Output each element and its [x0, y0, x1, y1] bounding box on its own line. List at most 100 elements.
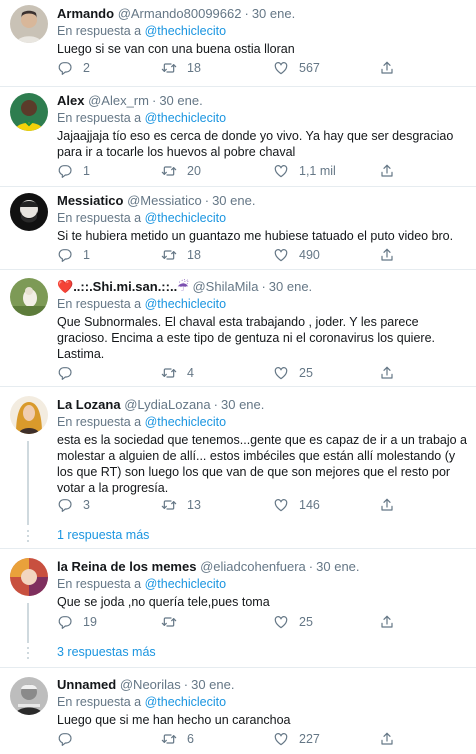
share-button[interactable] [379, 161, 395, 181]
display-name[interactable]: La Lozana [57, 397, 121, 412]
retweet-count: 4 [187, 366, 194, 380]
retweet-button[interactable]: 4 [161, 363, 194, 383]
tweet-date[interactable]: 30 ene. [191, 677, 234, 692]
avatar[interactable] [10, 93, 48, 131]
display-name[interactable]: la Reina de los memes [57, 559, 196, 574]
tweet[interactable]: Messiatico @Messiatico · 30 ene. En respue… [0, 187, 476, 269]
retweet-icon [161, 247, 177, 263]
retweet-button[interactable]: 6 [161, 729, 194, 749]
display-name[interactable]: Alex [57, 93, 84, 108]
retweet-button[interactable] [161, 612, 187, 632]
tweet-date[interactable]: 30 ene. [252, 6, 295, 21]
like-count: 146 [299, 498, 320, 512]
like-button[interactable]: 1,1 mil [273, 161, 336, 181]
display-name[interactable]: Armando [57, 6, 114, 21]
tweet-text: Luego que si me han hecho un carancho​a [57, 713, 291, 727]
retweet-button[interactable]: 18 [161, 58, 201, 78]
share-button[interactable] [379, 58, 395, 78]
reply-context: En respuesta a @thechiclecito [57, 577, 227, 591]
reply-icon [57, 365, 73, 381]
user-handle[interactable]: @Neorilas [120, 677, 181, 692]
show-more-replies-link[interactable]: 3 respuestas más [57, 644, 156, 660]
share-icon [379, 614, 395, 630]
mention-link[interactable]: @thechiclecito [145, 695, 226, 709]
reply-icon [57, 497, 73, 513]
mention-link[interactable]: @thechiclecito [145, 211, 226, 225]
like-button[interactable]: 490 [273, 245, 320, 265]
user-handle[interactable]: @Messiatico [127, 193, 202, 208]
tweet-text: Si te hubiera metido un guantazo me hubi… [57, 229, 454, 243]
user-handle[interactable]: @Armando80099662 [118, 6, 242, 21]
share-icon [379, 497, 395, 513]
share-button[interactable] [379, 729, 395, 749]
avatar[interactable] [10, 5, 48, 43]
user-handle[interactable]: @ShilaMila [192, 279, 258, 294]
umbrella-emoji: ☔ [177, 279, 189, 294]
tweet[interactable]: Armando @Armando80099662 · 30 ene. En resp… [0, 0, 476, 86]
tweet-date[interactable]: 30 ene. [212, 193, 255, 208]
mention-link[interactable]: @thechiclecito [145, 24, 226, 38]
like-button[interactable]: 567 [273, 58, 320, 78]
share-button[interactable] [379, 245, 395, 265]
retweet-icon [161, 497, 177, 513]
tweet-date[interactable]: 30 ene. [221, 397, 264, 412]
display-name[interactable]: ..::.Shi.mi.san.::.. [73, 279, 177, 294]
tweet-text: Que se joda ,no quería tele,pues toma [57, 595, 270, 609]
reply-icon [57, 163, 73, 179]
user-handle[interactable]: @eliadcohenfuera [200, 559, 306, 574]
display-name[interactable]: Unnamed [57, 677, 116, 692]
mention-link[interactable]: @thechiclecito [145, 577, 226, 591]
reply-button[interactable]: 19 [57, 612, 97, 632]
like-button[interactable]: 25 [273, 363, 313, 383]
user-handle[interactable]: @LydiaLozana [124, 397, 210, 412]
avatar[interactable] [10, 193, 48, 231]
reply-button[interactable]: 3 [57, 495, 90, 515]
tweet-actions: 3 13 146 [57, 495, 467, 515]
reply-button[interactable] [57, 363, 83, 383]
retweet-button[interactable]: 13 [161, 495, 201, 515]
tweet[interactable]: ❤️..::.Shi.mi.san.::..☔ @ShilaMila · 30 en… [0, 270, 476, 386]
like-button[interactable]: 25 [273, 612, 313, 632]
reply-button[interactable]: 1 [57, 245, 90, 265]
share-button[interactable] [379, 495, 395, 515]
tweet[interactable]: Unnamed @Neorilas · 30 ene. En respuesta a… [0, 668, 476, 754]
avatar[interactable] [10, 558, 48, 596]
tweet[interactable]: La Lozana @LydiaLozana · 30 ene. En respue… [0, 387, 476, 548]
reply-button[interactable]: 1 [57, 161, 90, 181]
tweet-text: Que Subnormales. El chaval esta trabajan… [57, 315, 435, 361]
user-handle[interactable]: @Alex_rm [88, 93, 149, 108]
mention-link[interactable]: @thechiclecito [145, 297, 226, 311]
tweet-actions: 1 20 1,1 mil [57, 161, 467, 181]
tweet-text: Jajaajjaja tío eso es cerca de donde yo … [57, 129, 454, 159]
tweet-date[interactable]: 30 ene. [269, 279, 312, 294]
reply-icon [57, 247, 73, 263]
reply-button[interactable]: 2 [57, 58, 90, 78]
tweet[interactable]: la Reina de los memes @eliadcohenfuera · 3… [0, 549, 476, 667]
reply-context: En respuesta a @thechiclecito [57, 297, 227, 311]
tweet-header: Unnamed @Neorilas · 30 ene. [57, 677, 235, 692]
like-count: 1,1 mil [299, 164, 336, 178]
tweet-text: esta es la sociedad que tenemos...gente … [57, 433, 467, 495]
tweet-header: La Lozana @LydiaLozana · 30 ene. [57, 397, 265, 412]
share-button[interactable] [379, 363, 395, 383]
like-button[interactable]: 146 [273, 495, 320, 515]
reply-count: 1 [83, 164, 90, 178]
avatar[interactable] [10, 278, 48, 316]
avatar[interactable] [10, 396, 48, 434]
tweet-date[interactable]: 30 ene. [316, 559, 359, 574]
like-button[interactable]: 227 [273, 729, 320, 749]
heart-icon [273, 247, 289, 263]
tweet-date[interactable]: 30 ene. [159, 93, 202, 108]
mention-link[interactable]: @thechiclecito [145, 415, 226, 429]
mention-link[interactable]: @thechiclecito [145, 111, 226, 125]
tweet[interactable]: Alex @Alex_rm · 30 ene. En respuesta a @th… [0, 87, 476, 186]
reply-count: 1 [83, 248, 90, 262]
show-more-replies-link[interactable]: 1 respuesta más [57, 527, 149, 543]
share-button[interactable] [379, 612, 395, 632]
retweet-button[interactable]: 20 [161, 161, 201, 181]
display-name[interactable]: Messiatico [57, 193, 123, 208]
avatar[interactable] [10, 677, 48, 715]
reply-button[interactable] [57, 729, 83, 749]
retweet-button[interactable]: 18 [161, 245, 201, 265]
reply-context: En respuesta a @thechiclecito [57, 695, 227, 709]
